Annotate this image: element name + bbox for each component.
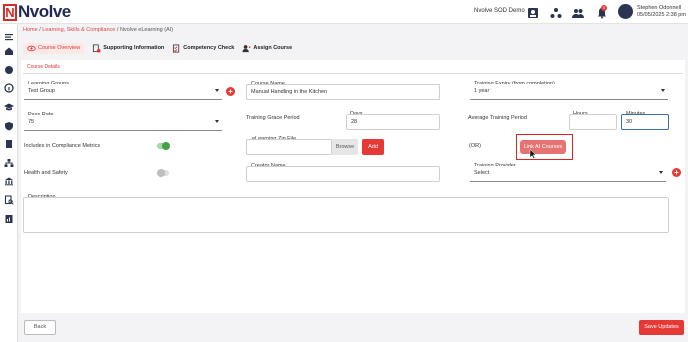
avg-training-label: Average Training Period bbox=[468, 115, 527, 121]
course-tabs: Course Overview Supporting Information C… bbox=[23, 41, 300, 55]
tab-assign-course[interactable]: Assign Course bbox=[242, 44, 292, 53]
eye-icon bbox=[27, 45, 36, 51]
tab-label: Assign Course bbox=[253, 45, 293, 51]
user-name: Stephen Odonnell bbox=[637, 5, 682, 11]
logo-mark: N bbox=[3, 3, 17, 21]
chevron-down-icon bbox=[661, 89, 665, 92]
health-safety-toggle[interactable] bbox=[157, 169, 169, 177]
description-textarea[interactable] bbox=[23, 197, 669, 233]
pass-rate-value: 75 bbox=[28, 119, 35, 125]
breadcrumb-section[interactable]: Learning, Skills & Compliance bbox=[42, 27, 115, 33]
browse-button[interactable]: Browse bbox=[332, 139, 358, 155]
search-doc-icon[interactable] bbox=[4, 192, 14, 205]
hierarchy-icon[interactable] bbox=[4, 155, 14, 167]
course-name-field[interactable]: Manual Handling in the Kitchen bbox=[246, 84, 440, 100]
minutes-field[interactable]: 30 bbox=[621, 114, 669, 130]
notification-badge: 0 bbox=[601, 5, 607, 11]
checklist-icon bbox=[173, 43, 180, 53]
tab-course-overview[interactable]: Course Overview bbox=[23, 42, 85, 54]
chevron-down-icon bbox=[659, 171, 663, 174]
mouse-pointer-icon bbox=[529, 149, 537, 159]
or-label: (OR) bbox=[469, 143, 481, 149]
current-datetime: 05/05/2025 2:38 pm bbox=[637, 12, 686, 18]
tab-label: Competency Check bbox=[183, 45, 235, 51]
shield-icon[interactable] bbox=[4, 118, 14, 131]
section-divider bbox=[23, 73, 683, 74]
highlight-box bbox=[516, 134, 573, 160]
info-icon[interactable] bbox=[4, 80, 14, 93]
compliance-metrics-toggle[interactable] bbox=[157, 142, 170, 150]
assign-user-icon bbox=[242, 44, 251, 52]
pass-rate-select[interactable]: 75 bbox=[24, 115, 222, 131]
learning-groups-value: Test Group bbox=[28, 88, 55, 94]
top-bar: N Nvolve Nvolve SOD Demo 0 Stephen Odonn… bbox=[0, 0, 688, 24]
breadcrumb: Home / Learning, Skills & Compliance / N… bbox=[23, 27, 173, 33]
training-expiry-value: 1 year bbox=[474, 88, 490, 94]
document-info-icon bbox=[93, 43, 101, 53]
app-logo[interactable]: N Nvolve bbox=[3, 2, 71, 21]
building-icon[interactable] bbox=[4, 173, 14, 186]
menu-toggle-icon[interactable] bbox=[4, 29, 14, 41]
chevron-down-icon bbox=[215, 89, 219, 92]
report-icon[interactable] bbox=[4, 211, 14, 223]
document-icon[interactable] bbox=[4, 136, 14, 148]
breadcrumb-current: Nvolve eLearning (AI) bbox=[119, 27, 174, 33]
learning-cap-icon[interactable] bbox=[4, 99, 14, 111]
chevron-down-icon bbox=[215, 120, 219, 123]
learning-groups-select[interactable]: Test Group bbox=[24, 84, 222, 100]
dashboard-icon[interactable] bbox=[4, 62, 14, 74]
training-provider-value: Select bbox=[474, 170, 490, 176]
back-button[interactable]: Back bbox=[24, 320, 56, 335]
training-provider-select[interactable]: Select bbox=[470, 166, 666, 182]
sidebar bbox=[0, 24, 18, 342]
home-icon[interactable] bbox=[4, 43, 14, 55]
tab-label: Course Overview bbox=[38, 45, 81, 51]
org-chart-icon[interactable] bbox=[550, 6, 562, 18]
add-provider-button[interactable]: + bbox=[672, 168, 681, 177]
save-updates-button[interactable]: Save Updates bbox=[639, 320, 684, 335]
breadcrumb-separator: / bbox=[39, 27, 41, 33]
training-expiry-select[interactable]: 1 year bbox=[470, 84, 668, 100]
tenant-name[interactable]: Nvolve SOD Demo bbox=[474, 8, 525, 14]
breadcrumb-home[interactable]: Home bbox=[23, 27, 38, 33]
tab-supporting-information[interactable]: Supporting Information bbox=[92, 43, 165, 53]
avatar[interactable] bbox=[618, 4, 633, 19]
users-icon[interactable] bbox=[572, 6, 584, 18]
compliance-metrics-label: Includes in Compliance Metrics bbox=[24, 143, 101, 149]
add-file-button[interactable]: Add bbox=[362, 139, 384, 155]
user-card-icon[interactable] bbox=[527, 6, 539, 18]
logo-text: Nvolve bbox=[18, 2, 71, 21]
tab-label: Supporting Information bbox=[103, 45, 165, 51]
add-learning-group-button[interactable]: + bbox=[226, 87, 235, 96]
hours-field[interactable] bbox=[569, 114, 617, 130]
creator-name-field[interactable] bbox=[246, 166, 440, 182]
grace-period-label: Training Grace Period bbox=[246, 115, 300, 121]
breadcrumb-separator: / bbox=[116, 27, 119, 33]
grace-days-field[interactable]: 28 bbox=[346, 114, 440, 130]
toggle-knob bbox=[157, 169, 165, 177]
tab-competency-check[interactable]: Competency Check bbox=[172, 43, 235, 53]
toggle-knob bbox=[162, 142, 170, 150]
user-info[interactable]: Stephen Odonnell 05/05/2025 2:38 pm bbox=[637, 5, 686, 19]
elearning-zip-field[interactable] bbox=[246, 139, 332, 155]
health-safety-label: Health and Safety bbox=[24, 170, 68, 176]
section-title: Course Details bbox=[27, 64, 60, 70]
